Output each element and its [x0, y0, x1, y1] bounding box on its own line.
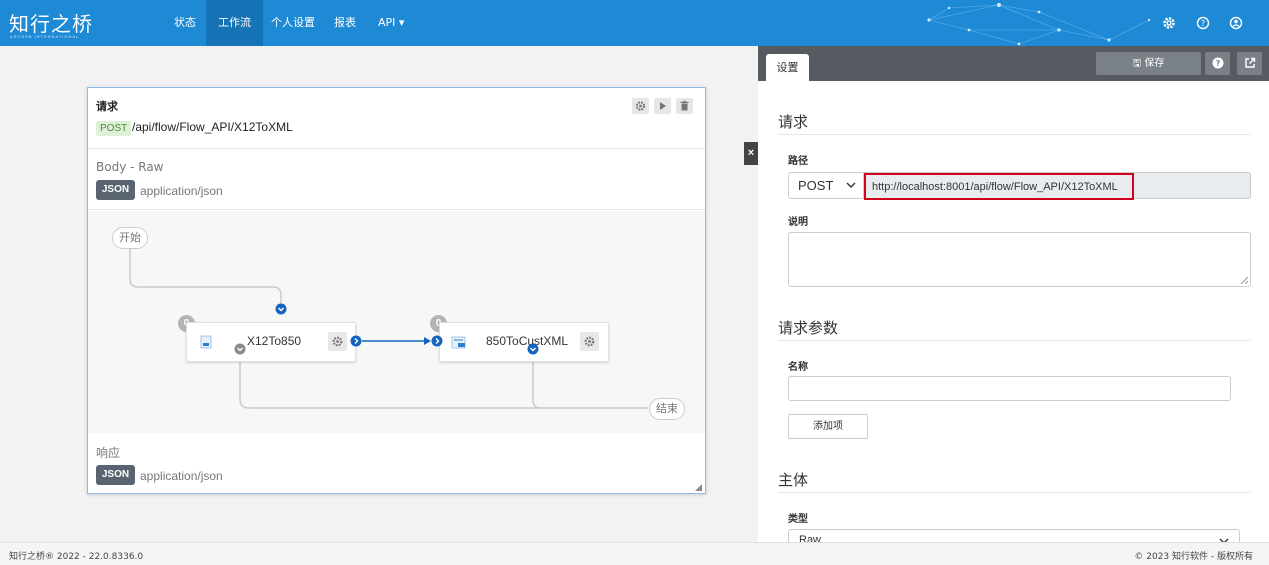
body-label: Body - Raw — [96, 160, 164, 174]
top-navbar: 知行之桥 ARCESB INTERNATIONAL 状态 工作流 个人设置 报表… — [0, 0, 1269, 46]
node-settings-button[interactable] — [328, 332, 347, 351]
network-decoration — [927, 3, 1151, 46]
param-name-label: 名称 — [788, 362, 808, 373]
save-button[interactable]: 🖫 保存 — [1096, 52, 1201, 75]
request-card[interactable]: 请求 POST /api/flow/Flow_API/X12ToXML Body… — [87, 87, 706, 494]
response-section: 响应 JSON application/json — [88, 434, 705, 494]
svg-text:?: ? — [1215, 59, 1220, 68]
card-settings-button[interactable] — [632, 98, 649, 114]
request-body-section: Body - Raw JSON application/json — [88, 150, 705, 210]
play-icon — [660, 102, 666, 110]
param-name-input[interactable] — [788, 376, 1231, 401]
save-icon: 🖫 — [1132, 58, 1145, 69]
gear-icon[interactable] — [1160, 14, 1178, 32]
response-label: 响应 — [96, 446, 121, 460]
card-run-button[interactable] — [654, 98, 671, 114]
close-panel-button[interactable]: × — [744, 142, 758, 165]
help-button[interactable]: ? — [1205, 52, 1230, 75]
panel-toolbar: 设置 🖫 保存 ? — [758, 46, 1269, 81]
user-icon[interactable] — [1227, 14, 1245, 32]
gear-icon — [635, 101, 646, 111]
copyright-text: © 2023 知行软件 - 版权所有 — [1134, 552, 1253, 562]
tab-settings[interactable]: 设置 — [766, 54, 809, 81]
type-select[interactable]: Raw — [788, 529, 1240, 542]
gear-icon — [584, 336, 595, 347]
nav-status[interactable]: 状态 — [162, 0, 208, 46]
nav-workflow[interactable]: 工作流 — [206, 0, 263, 46]
body-type-badge: JSON — [96, 180, 135, 200]
help-icon[interactable]: ? — [1194, 14, 1212, 32]
method-select-value: POST — [798, 178, 834, 193]
footer: 知行之桥® 2022 - 22.0.8336.0 © 2023 知行软件 - 版… — [0, 542, 1269, 565]
resize-handle-icon[interactable] — [1240, 276, 1248, 284]
flow-diagram[interactable]: 开始 结束 0 X12To850 0 — [88, 211, 705, 433]
url-field[interactable]: http://localhost:8001/api/flow/Flow_API/… — [864, 172, 1251, 200]
description-label: 说明 — [788, 217, 808, 228]
method-badge: POST — [96, 121, 132, 136]
settings-panel: 设置 🖫 保存 ? 请求 路径 POST http://localhost:80… — [758, 46, 1269, 542]
app-logo[interactable]: 知行之桥 — [9, 8, 93, 37]
start-node[interactable]: 开始 — [112, 227, 148, 249]
divider — [778, 134, 1251, 135]
output-port-icon[interactable] — [350, 335, 362, 347]
nav-profile-settings[interactable]: 个人设置 — [259, 0, 327, 46]
body-mime-type: application/json — [140, 184, 223, 198]
chevron-down-icon — [846, 182, 856, 188]
input-port-icon[interactable] — [275, 303, 287, 315]
svg-text:?: ? — [1201, 19, 1205, 28]
x12-connector-icon — [200, 335, 212, 349]
resize-handle-icon[interactable] — [695, 484, 702, 491]
divider — [778, 340, 1251, 341]
type-select-value: Raw — [799, 534, 822, 542]
app-logo-subtitle: ARCESB INTERNATIONAL — [10, 34, 80, 39]
type-label: 类型 — [788, 514, 808, 525]
path-label: 路径 — [788, 156, 808, 167]
version-text: 知行之桥® 2022 - 22.0.8336.0 — [9, 552, 144, 562]
url-value: http://localhost:8001/api/flow/Flow_API/… — [864, 173, 1134, 200]
add-item-button[interactable]: 添加项 — [788, 414, 868, 439]
card-title: 请求 — [96, 100, 118, 113]
save-label: 保存 — [1144, 58, 1165, 69]
body-heading: 主体 — [778, 471, 809, 489]
response-mime-type: application/json — [140, 469, 223, 483]
nav-reports[interactable]: 报表 — [322, 0, 368, 46]
external-link-icon — [1244, 57, 1255, 68]
node-settings-button[interactable] — [580, 332, 599, 351]
flow-node-x12to850[interactable]: X12To850 — [186, 322, 356, 362]
description-textarea[interactable] — [788, 232, 1251, 287]
xml-connector-icon — [451, 336, 466, 349]
end-node[interactable]: 结束 — [649, 398, 685, 420]
error-port-icon[interactable] — [234, 343, 246, 355]
divider — [778, 492, 1251, 493]
help-icon: ? — [1212, 57, 1223, 69]
gear-icon — [332, 336, 343, 347]
node-name: X12To850 — [247, 334, 302, 348]
response-type-badge: JSON — [96, 465, 135, 485]
request-params-heading: 请求参数 — [778, 319, 839, 337]
trash-icon — [680, 100, 689, 111]
card-delete-button[interactable] — [676, 98, 693, 114]
open-external-button[interactable] — [1237, 52, 1262, 75]
output-port-icon[interactable] — [527, 343, 539, 355]
flow-node-850tocustxml[interactable]: 850ToCustXML — [439, 322, 609, 362]
request-card-header: 请求 POST /api/flow/Flow_API/X12ToXML — [88, 88, 705, 149]
request-heading: 请求 — [778, 113, 809, 131]
method-select[interactable]: POST — [788, 172, 864, 199]
nav-api[interactable]: API ▾ — [366, 0, 416, 46]
endpoint-path: /api/flow/Flow_API/X12ToXML — [132, 120, 293, 134]
input-port-icon[interactable] — [431, 335, 443, 347]
